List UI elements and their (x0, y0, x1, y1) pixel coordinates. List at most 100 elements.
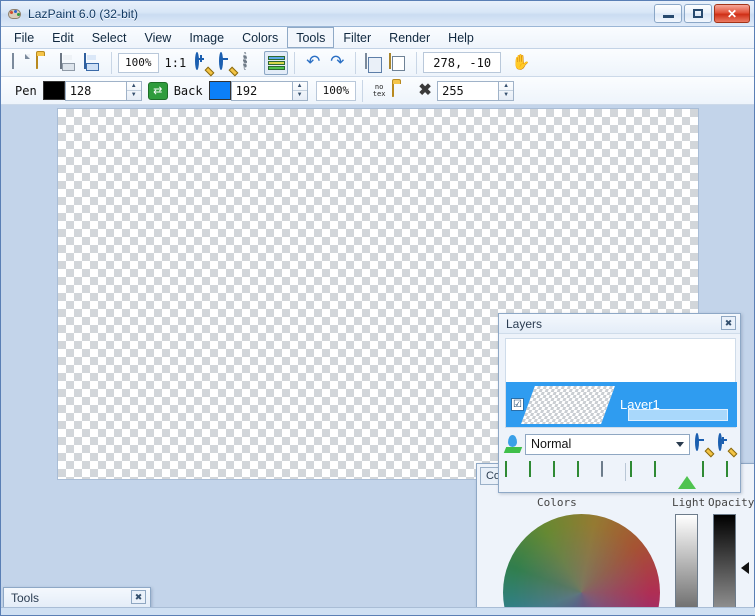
paste-button[interactable] (386, 51, 410, 75)
main-toolbar: 100% 1:1 ↶ ↷ 278, -10 ✋ (1, 49, 754, 77)
redo-icon: ↷ (330, 52, 345, 72)
menu-item-edit[interactable]: Edit (43, 27, 83, 48)
chevron-down-icon (676, 441, 684, 447)
toolbar-separator (362, 79, 364, 102)
tool-opacity-display[interactable]: 100% (315, 80, 357, 101)
save-as-button[interactable] (81, 51, 105, 75)
menu-item-select[interactable]: Select (83, 27, 136, 48)
pen-color-swatch[interactable] (42, 81, 65, 100)
color-wheel[interactable] (503, 514, 660, 615)
coordinate-group: 278, -10 (419, 51, 505, 75)
menu-item-filter[interactable]: Filter (334, 27, 380, 48)
status-bar (1, 607, 755, 615)
flip-vertical-button[interactable] (726, 461, 746, 482)
open-file-button[interactable] (33, 51, 57, 75)
layer-zoom-out-button[interactable] (694, 433, 713, 454)
menu-item-help[interactable]: Help (439, 27, 483, 48)
layer-tools-row (505, 459, 736, 489)
pen-toolbar: Pen 128 ▲ ▼ ⇄ Back 192 ▲ ▼ 100% no tex ✖ 25… (1, 77, 754, 105)
hand-icon: ✋ (511, 54, 531, 71)
toolbar-separator (111, 51, 112, 74)
perspective-layer-button[interactable] (678, 462, 698, 489)
opacity-slider-thumb[interactable] (741, 562, 749, 574)
layer-visibility-checkbox[interactable]: ☑ (511, 398, 524, 411)
duplicate-layer-button[interactable] (553, 461, 573, 482)
close-button[interactable]: ✕ (714, 4, 750, 23)
maximize-button[interactable] (684, 4, 712, 23)
undo-icon: ↶ (306, 52, 321, 72)
layer-zoom-in-button[interactable] (717, 433, 736, 454)
back-color-swatch[interactable] (208, 81, 231, 100)
layers-stack-button[interactable] (264, 50, 289, 75)
zoom-in-button[interactable] (192, 51, 216, 75)
swap-colors-button[interactable]: ⇄ (147, 81, 168, 100)
layers-stack-icon (267, 55, 285, 70)
flip-horizontal-button[interactable] (702, 461, 722, 482)
toolbar-separator (294, 51, 296, 74)
light-slider[interactable] (675, 514, 698, 615)
clear-texture-icon: ✖ (418, 81, 432, 99)
menu-item-view[interactable]: View (135, 27, 180, 48)
tools-panel-title: Tools (11, 590, 40, 605)
menu-item-tools[interactable]: Tools (287, 27, 335, 48)
blend-mode-row: Normal (503, 432, 736, 456)
copy-button[interactable] (362, 51, 386, 75)
zoom-fit-button[interactable] (240, 51, 264, 75)
zoom-group: 100% 1:1 (114, 50, 292, 75)
no-texture-label: no tex (372, 82, 386, 98)
color-panel-body: Colors Light Opacity #000000, Black, a:0… (479, 488, 754, 615)
zoom-ratio-label[interactable]: 1:1 (159, 56, 193, 70)
tools-panel-title-bar: Tools ✖ (4, 588, 150, 608)
clear-texture-button[interactable]: ✖ (413, 79, 437, 103)
layers-panel-title: Layers (506, 316, 543, 331)
layers-panel-close-button[interactable]: ✖ (721, 316, 736, 330)
blend-drop-icon (503, 435, 523, 453)
texture-opacity-input[interactable]: 255 (437, 80, 500, 101)
title-bar: LazPaint 6.0 (32-bit) ✕ (1, 1, 754, 27)
layer-row[interactable]: ☑ Layer1 (506, 382, 737, 427)
rotate-layer-button[interactable] (654, 461, 674, 482)
layer-list[interactable]: ☑ Layer1 (505, 338, 737, 428)
history-group: ↶ ↷ (297, 51, 353, 75)
pan-hand-button[interactable]: ✋ (509, 51, 533, 75)
redo-button[interactable]: ↷ (325, 51, 349, 75)
back-alpha-input[interactable]: 192 (230, 80, 293, 101)
palette-icon (7, 6, 23, 22)
work-area[interactable]: Co Colors Light Opacity #000000, Black, … (1, 105, 754, 615)
tools-panel-close-button[interactable]: ✖ (131, 590, 146, 604)
menu-item-image[interactable]: Image (180, 27, 233, 48)
cursor-coordinates: 278, -10 (423, 52, 502, 73)
delete-layer-button[interactable] (601, 461, 621, 482)
application-window: LazPaint 6.0 (32-bit) ✕ File Edit Select… (0, 0, 755, 616)
opacity-group: 100% (312, 79, 361, 103)
menu-item-colors[interactable]: Colors (233, 27, 287, 48)
menu-item-file[interactable]: File (5, 27, 43, 48)
pen-alpha-input[interactable]: 128 (64, 80, 127, 101)
zoom-out-button[interactable] (216, 51, 240, 75)
menu-item-render[interactable]: Render (380, 27, 439, 48)
add-layer-button[interactable] (505, 461, 525, 482)
opacity-slider[interactable] (713, 514, 736, 615)
minimize-button[interactable] (654, 4, 682, 23)
new-file-button[interactable] (9, 51, 33, 75)
opacity-slider-label: Opacity (708, 496, 754, 509)
open-layer-button[interactable] (529, 461, 549, 482)
layer-thumbnail (521, 385, 615, 424)
undo-button[interactable]: ↶ (301, 51, 325, 75)
move-layer-button[interactable] (630, 461, 650, 482)
open-texture-button[interactable] (389, 79, 413, 103)
texture-opacity-spinner[interactable]: ▲ ▼ (499, 80, 515, 101)
blend-mode-select[interactable]: Normal (525, 433, 690, 455)
save-button[interactable] (57, 51, 81, 75)
pen-alpha-spinner[interactable]: ▲ ▼ (126, 80, 142, 101)
back-alpha-spinner[interactable]: ▲ ▼ (292, 80, 308, 101)
toolbar-separator (355, 51, 357, 74)
layers-panel-title-bar: Layers ✖ (499, 314, 740, 334)
color-wheel-label: Colors (537, 496, 577, 509)
window-title: LazPaint 6.0 (32-bit) (28, 6, 139, 21)
layer-opacity-slider[interactable] (628, 409, 728, 421)
zoom-level-display[interactable]: 100% (118, 52, 159, 73)
merge-layer-button[interactable] (577, 461, 597, 482)
pen-label: Pen (15, 83, 37, 98)
layers-panel: Layers ✖ ☑ Layer1 Normal (498, 313, 741, 493)
